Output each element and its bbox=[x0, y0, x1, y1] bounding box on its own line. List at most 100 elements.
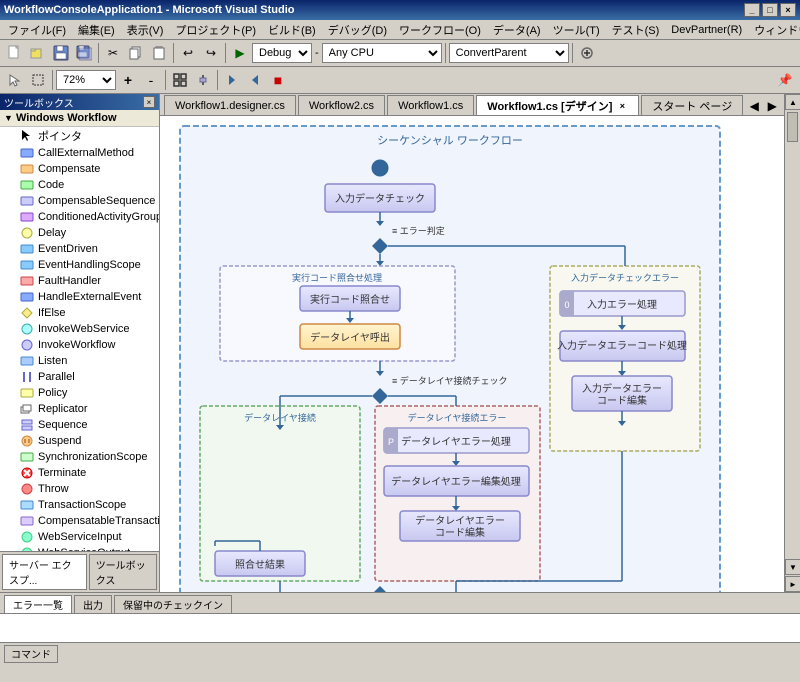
toolbox-item-listen[interactable]: Listen bbox=[0, 353, 159, 369]
app-title: WorkflowConsoleApplication1 - Microsoft … bbox=[4, 4, 295, 16]
right-scrollbar: ▲ ▼ ► bbox=[784, 94, 800, 592]
more-button-1[interactable] bbox=[221, 69, 243, 91]
toolbar-1: ✂ ↩ ↪ ▶ Debug - Any CPU ConvertParent bbox=[0, 40, 800, 67]
more-button-2[interactable] bbox=[244, 69, 266, 91]
toolbox-item-code[interactable]: Code bbox=[0, 177, 159, 193]
debug-mode-combo[interactable]: Debug bbox=[252, 43, 312, 63]
bottom-tab-output[interactable]: 出力 bbox=[74, 595, 112, 613]
toolbox-item-transactionscope[interactable]: TransactionScope bbox=[0, 497, 159, 513]
toolbox-item-policy[interactable]: Policy bbox=[0, 385, 159, 401]
toolbox-item-compensable-seq[interactable]: CompensableSequence bbox=[0, 193, 159, 209]
maximize-button[interactable]: □ bbox=[762, 3, 778, 17]
toolbox-item-callexternal[interactable]: CallExternalMethod bbox=[0, 145, 159, 161]
scroll-up-button[interactable]: ▲ bbox=[785, 94, 800, 110]
menu-debug[interactable]: デバッグ(D) bbox=[322, 20, 393, 40]
toolbox-item-pointer[interactable]: ポインタ bbox=[0, 127, 159, 145]
toolbox-item-conditioned[interactable]: ConditionedActivityGroup bbox=[0, 209, 159, 225]
toolbar-extra-1[interactable] bbox=[576, 42, 598, 64]
undo-button[interactable]: ↩ bbox=[177, 42, 199, 64]
menu-view[interactable]: 表示(V) bbox=[121, 20, 170, 40]
toolbox-item-compensatable-tx[interactable]: CompensatableTransactionSco... bbox=[0, 513, 159, 529]
toolbox-item-delay[interactable]: Delay bbox=[0, 225, 159, 241]
toolbox-item-throw[interactable]: Throw bbox=[0, 481, 159, 497]
menu-devpartner[interactable]: DevPartner(R) bbox=[665, 22, 748, 38]
toolbox-item-synchscope[interactable]: SynchronizationScope bbox=[0, 449, 159, 465]
pointer-tool[interactable] bbox=[4, 69, 26, 91]
tab-workflow1-cs[interactable]: Workflow1.cs bbox=[387, 95, 474, 115]
bottom-tab-pending[interactable]: 保留中のチェックイン bbox=[114, 595, 232, 613]
toolbar-2: 72% 50% 75% 100% + - ■ 📌 bbox=[0, 67, 800, 94]
layout-button[interactable] bbox=[192, 69, 214, 91]
tab-workflow1-design[interactable]: Workflow1.cs [デザイン] × bbox=[476, 95, 639, 115]
server-explorer-tab[interactable]: サーバー エクスプ... bbox=[2, 554, 87, 590]
toolbox-tab[interactable]: ツールボックス bbox=[89, 554, 157, 590]
start-button[interactable]: ▶ bbox=[229, 42, 251, 64]
tab-scroll-left[interactable]: ◀ bbox=[745, 97, 763, 115]
status-command: コマンド bbox=[4, 645, 58, 663]
paste-button[interactable] bbox=[148, 42, 170, 64]
toolbox-item-replicator[interactable]: Replicator bbox=[0, 401, 159, 417]
close-button[interactable]: × bbox=[780, 3, 796, 17]
scroll-right-down[interactable]: ► bbox=[785, 576, 800, 592]
redo-button[interactable]: ↪ bbox=[200, 42, 222, 64]
toolbox-item-suspend[interactable]: Suspend bbox=[0, 433, 159, 449]
tab-scroll-right[interactable]: ▶ bbox=[763, 97, 781, 115]
menu-project[interactable]: プロジェクト(P) bbox=[169, 20, 262, 40]
toolbox-item-invokewebservice[interactable]: InvokeWebService bbox=[0, 321, 159, 337]
svg-text:実行コード照合せ: 実行コード照合せ bbox=[310, 293, 390, 306]
platform-combo[interactable]: Any CPU bbox=[322, 43, 442, 63]
bottom-tab-bar: エラー一覧 出力 保留中のチェックイン bbox=[0, 593, 800, 613]
toolbox-close-button[interactable]: × bbox=[143, 96, 155, 108]
toolbox-item-ifelse[interactable]: IfElse bbox=[0, 305, 159, 321]
toolbox-item-parallel[interactable]: Parallel bbox=[0, 369, 159, 385]
zoom-combo[interactable]: 72% 50% 75% 100% bbox=[56, 70, 116, 90]
menu-data[interactable]: データ(A) bbox=[487, 20, 547, 40]
target-combo[interactable]: ConvertParent bbox=[449, 43, 569, 63]
tab-close-icon[interactable]: × bbox=[616, 100, 628, 112]
bottom-tab-errors[interactable]: エラー一覧 bbox=[4, 595, 72, 613]
open-file-button[interactable] bbox=[27, 42, 49, 64]
menu-workflow[interactable]: ワークフロー(O) bbox=[393, 20, 487, 40]
svg-text:データレイヤ呼出: データレイヤ呼出 bbox=[310, 331, 390, 344]
minimize-button[interactable]: _ bbox=[744, 3, 760, 17]
copy-button[interactable] bbox=[125, 42, 147, 64]
zoom-in-button[interactable]: + bbox=[117, 69, 139, 91]
menu-tools[interactable]: ツール(T) bbox=[547, 20, 606, 40]
save-all-button[interactable] bbox=[73, 42, 95, 64]
tab-start-page[interactable]: スタート ページ bbox=[641, 95, 743, 115]
toolbox-item-compensate[interactable]: Compensate bbox=[0, 161, 159, 177]
toolbox-item-invokeworkflow[interactable]: InvokeWorkflow bbox=[0, 337, 159, 353]
svg-text:≡ データレイヤ接続チェック: ≡ データレイヤ接続チェック bbox=[392, 375, 507, 386]
menu-edit[interactable]: 編集(E) bbox=[72, 20, 121, 40]
scroll-down-button[interactable]: ▼ bbox=[785, 559, 800, 575]
toolbox-items-list: ポインタ CallExternalMethod Compensate Code … bbox=[0, 127, 159, 551]
zoom-out-button[interactable]: - bbox=[140, 69, 162, 91]
new-project-button[interactable] bbox=[4, 42, 26, 64]
toolbox-item-eventdriven[interactable]: EventDriven bbox=[0, 241, 159, 257]
design-canvas[interactable]: シーケンシャル ワークフロー 入力データチェック ≡ エラー判定 実行 bbox=[160, 116, 784, 592]
toolbox-item-terminate[interactable]: Terminate bbox=[0, 465, 159, 481]
toolbar-sep-3 bbox=[225, 43, 226, 63]
toolbox-panel: ツールボックス × ▼ Windows Workflow ポインタ CallEx… bbox=[0, 94, 160, 592]
toolbox-item-sequence[interactable]: Sequence bbox=[0, 417, 159, 433]
scroll-thumb[interactable] bbox=[787, 112, 798, 142]
menu-file[interactable]: ファイル(F) bbox=[2, 20, 72, 40]
menu-test[interactable]: テスト(S) bbox=[606, 20, 666, 40]
save-button[interactable] bbox=[50, 42, 72, 64]
menu-build[interactable]: ビルド(B) bbox=[262, 20, 322, 40]
cut-button[interactable]: ✂ bbox=[102, 42, 124, 64]
toolbox-item-faulthandler[interactable]: FaultHandler bbox=[0, 273, 159, 289]
svg-text:コード編集: コード編集 bbox=[435, 526, 485, 539]
toolbox-item-eventhandling[interactable]: EventHandlingScope bbox=[0, 257, 159, 273]
fit-screen-button[interactable] bbox=[169, 69, 191, 91]
toolbox-item-handleexternal[interactable]: HandleExternalEvent bbox=[0, 289, 159, 305]
toolbox-item-webserviceinput[interactable]: WebServiceInput bbox=[0, 529, 159, 545]
menu-window[interactable]: ウィンドウ(W) bbox=[748, 20, 800, 40]
tab-workflow1-designer[interactable]: Workflow1.designer.cs bbox=[164, 95, 296, 115]
select-tool[interactable] bbox=[27, 69, 49, 91]
toolbox-section-wf[interactable]: ▼ Windows Workflow bbox=[0, 110, 159, 127]
pin-button[interactable]: 📌 bbox=[774, 69, 796, 91]
svg-text:≡ エラー判定: ≡ エラー判定 bbox=[392, 225, 445, 236]
stop-button[interactable]: ■ bbox=[267, 69, 289, 91]
tab-workflow2[interactable]: Workflow2.cs bbox=[298, 95, 385, 115]
